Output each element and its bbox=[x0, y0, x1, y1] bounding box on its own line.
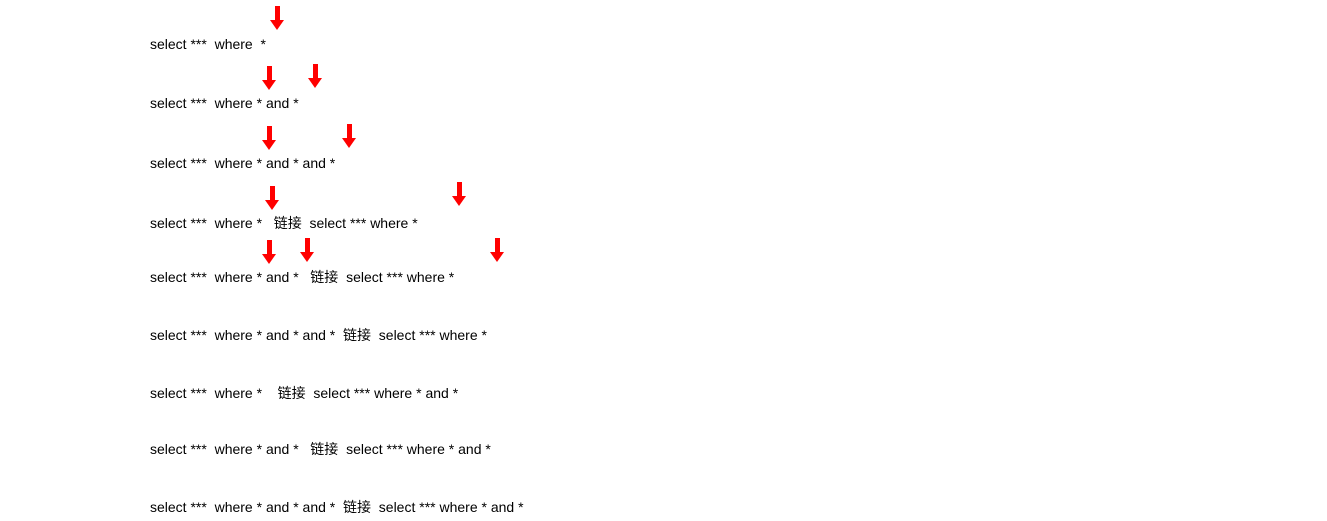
text-line-1: select *** where * bbox=[150, 35, 266, 53]
arrow-icon bbox=[452, 182, 466, 206]
arrow-icon bbox=[265, 186, 279, 210]
text-line-8: select *** where * and * 链接 select *** w… bbox=[150, 440, 491, 458]
arrow-icon bbox=[490, 238, 504, 262]
text-line-9: select *** where * and * and * 链接 select… bbox=[150, 498, 524, 516]
arrow-icon bbox=[262, 126, 276, 150]
text-line-6: select *** where * and * and * 链接 select… bbox=[150, 326, 487, 344]
arrow-icon bbox=[262, 240, 276, 264]
text-line-3: select *** where * and * and * bbox=[150, 154, 335, 172]
arrow-icon bbox=[270, 6, 284, 30]
arrow-icon bbox=[308, 64, 322, 88]
text-line-5: select *** where * and * 链接 select *** w… bbox=[150, 268, 454, 286]
arrow-icon bbox=[262, 66, 276, 90]
arrow-icon bbox=[342, 124, 356, 148]
text-line-2: select *** where * and * bbox=[150, 94, 299, 112]
text-line-7: select *** where * 链接 select *** where *… bbox=[150, 384, 458, 402]
diagram-canvas: select *** where * select *** where * an… bbox=[0, 0, 1327, 521]
text-line-4: select *** where * 链接 select *** where * bbox=[150, 214, 418, 232]
arrow-icon bbox=[300, 238, 314, 262]
